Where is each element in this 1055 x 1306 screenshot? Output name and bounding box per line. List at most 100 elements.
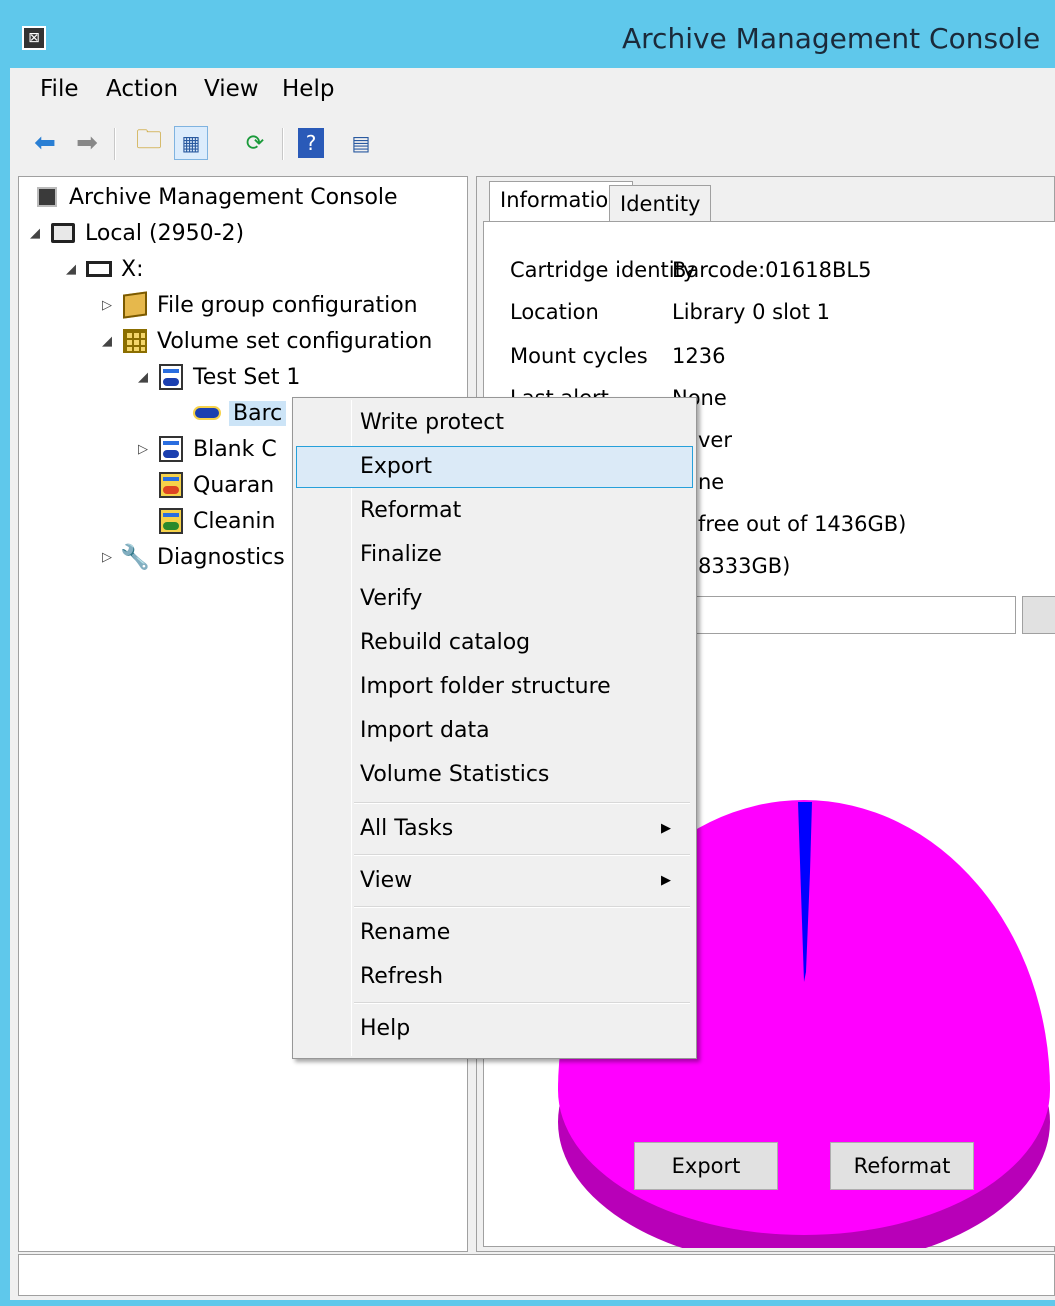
tab-identity[interactable]: Identity (609, 185, 712, 221)
help-icon[interactable]: ? (298, 128, 324, 158)
collapse-caret-icon[interactable]: ◢ (27, 226, 43, 241)
menu-bar: File Action View Help (10, 68, 1055, 114)
computer-icon (49, 219, 77, 247)
toolbar-separator (114, 128, 116, 160)
tree-node-file-group[interactable]: ▷ File group configuration (99, 289, 418, 321)
info-row-location: Location Library 0 slot 1 (510, 300, 830, 324)
menu-item-help[interactable]: Help (296, 1008, 693, 1050)
menu-action[interactable]: Action (106, 76, 178, 102)
package-icon (121, 291, 149, 319)
tree-node-label: Cleanin (193, 508, 276, 534)
tree-node-local[interactable]: ◢ Local (2950-2) (27, 217, 244, 249)
info-label: Location (510, 300, 599, 324)
tree-node-cleaning[interactable]: Cleanin (157, 505, 276, 537)
volume-set-icon (157, 435, 185, 463)
menu-item-refresh[interactable]: Refresh (296, 956, 693, 998)
menu-separator (354, 854, 690, 856)
app-icon[interactable]: ⊠ (22, 26, 46, 50)
forward-arrow-icon[interactable]: ➡ (70, 126, 104, 160)
menu-separator (354, 906, 690, 908)
info-value: Barcode:01618BL5 (672, 258, 872, 282)
menu-item-label: All Tasks (360, 816, 454, 841)
menu-item-view[interactable]: View ▶ (296, 860, 693, 902)
info-label: Mount cycles (510, 344, 648, 368)
menu-item-write-protect[interactable]: Write protect (296, 402, 693, 444)
properties-icon[interactable]: ▤ (344, 126, 378, 160)
tape-cartridge-icon (193, 399, 221, 427)
collapse-caret-icon[interactable]: ◢ (99, 334, 115, 349)
tree-node-label: Blank C (193, 436, 277, 462)
tree-node-blank[interactable]: ▷ Blank C (135, 433, 277, 465)
context-menu: Write protect Export Reformat Finalize V… (292, 397, 697, 1059)
menu-item-volume-statistics[interactable]: Volume Statistics (296, 754, 693, 796)
menu-separator (354, 1002, 690, 1004)
tree-node-barcode[interactable]: Barc (193, 397, 287, 429)
collapse-caret-icon[interactable]: ◢ (135, 370, 151, 385)
expand-caret-icon[interactable]: ▷ (99, 550, 115, 565)
menu-item-all-tasks[interactable]: All Tasks ▶ (296, 808, 693, 850)
menu-item-export[interactable]: Export (296, 446, 693, 488)
wrench-icon: 🔧 (120, 543, 150, 571)
menu-item-label: Help (360, 1016, 411, 1041)
menu-separator (354, 802, 690, 804)
tree-node-volume-set[interactable]: ◢ Volume set configuration (99, 325, 432, 357)
tree-node-drive[interactable]: ◢ X: (63, 253, 143, 285)
tree-node-label: File group configuration (157, 292, 418, 318)
menu-item-label: Refresh (360, 964, 444, 989)
info-value-partial: ver (698, 428, 732, 452)
expand-caret-icon[interactable]: ▷ (99, 298, 115, 313)
show-hide-tree-icon[interactable]: ▦ (174, 126, 208, 160)
toolbar-separator (282, 128, 284, 160)
expand-caret-icon[interactable]: ▷ (135, 442, 151, 457)
tree-node-label: Archive Management Console (69, 184, 398, 210)
menu-item-label: Finalize (360, 542, 442, 567)
menu-item-label: View (360, 868, 413, 893)
up-folder-icon[interactable]: 🗀 (132, 125, 166, 160)
menu-help[interactable]: Help (282, 76, 334, 102)
field-button[interactable] (1022, 596, 1055, 634)
tree-node-label: Barc (229, 400, 287, 426)
menu-item-finalize[interactable]: Finalize (296, 534, 693, 576)
menu-item-rename[interactable]: Rename (296, 912, 693, 954)
menu-item-import-folder-structure[interactable]: Import folder structure (296, 666, 693, 708)
back-arrow-icon[interactable]: ⬅ (28, 126, 62, 160)
menu-item-label: Rename (360, 920, 451, 945)
tree-node-label: Local (2950-2) (85, 220, 245, 246)
info-value-partial: free out of 1436GB) (698, 512, 907, 536)
menu-file[interactable]: File (40, 76, 79, 102)
title-bar[interactable]: ⊠ Archive Management Console (0, 0, 1055, 68)
tree-node-label: X: (121, 256, 144, 282)
menu-item-label: Reformat (360, 498, 462, 523)
menu-view[interactable]: View (204, 76, 259, 102)
status-bar (18, 1254, 1055, 1296)
refresh-icon[interactable]: ⟳ (238, 126, 272, 160)
console-icon (33, 183, 61, 211)
tree-node-label: Diagnostics (157, 544, 285, 570)
info-value: Library 0 slot 1 (672, 300, 831, 324)
submenu-arrow-icon: ▶ (661, 821, 671, 836)
tree-node-label: Test Set 1 (193, 364, 301, 390)
text-field[interactable] (694, 596, 1016, 634)
tree-node-test-set[interactable]: ◢ Test Set 1 (135, 361, 300, 393)
info-value: 1236 (672, 344, 726, 368)
info-value-partial: 8333GB) (698, 554, 791, 578)
volume-grid-icon (121, 327, 149, 355)
reformat-button[interactable]: Reformat (830, 1142, 974, 1190)
export-button[interactable]: Export (634, 1142, 778, 1190)
window-title: Archive Management Console (622, 22, 1041, 55)
tree-node-quarantine[interactable]: Quaran (157, 469, 274, 501)
collapse-caret-icon[interactable]: ◢ (63, 262, 79, 277)
menu-item-verify[interactable]: Verify (296, 578, 693, 620)
tree-node-diagnostics[interactable]: ▷ 🔧 Diagnostics (99, 541, 285, 573)
menu-item-label: Volume Statistics (360, 762, 550, 787)
menu-item-import-data[interactable]: Import data (296, 710, 693, 752)
menu-item-rebuild-catalog[interactable]: Rebuild catalog (296, 622, 693, 664)
cleaning-set-icon (157, 507, 185, 535)
menu-item-label: Rebuild catalog (360, 630, 531, 655)
quarantine-set-icon (157, 471, 185, 499)
tree-node-root[interactable]: Archive Management Console (33, 181, 398, 213)
tree-node-label: Volume set configuration (157, 328, 433, 354)
menu-item-label: Import data (360, 718, 490, 743)
drive-icon (85, 255, 113, 283)
menu-item-reformat[interactable]: Reformat (296, 490, 693, 532)
